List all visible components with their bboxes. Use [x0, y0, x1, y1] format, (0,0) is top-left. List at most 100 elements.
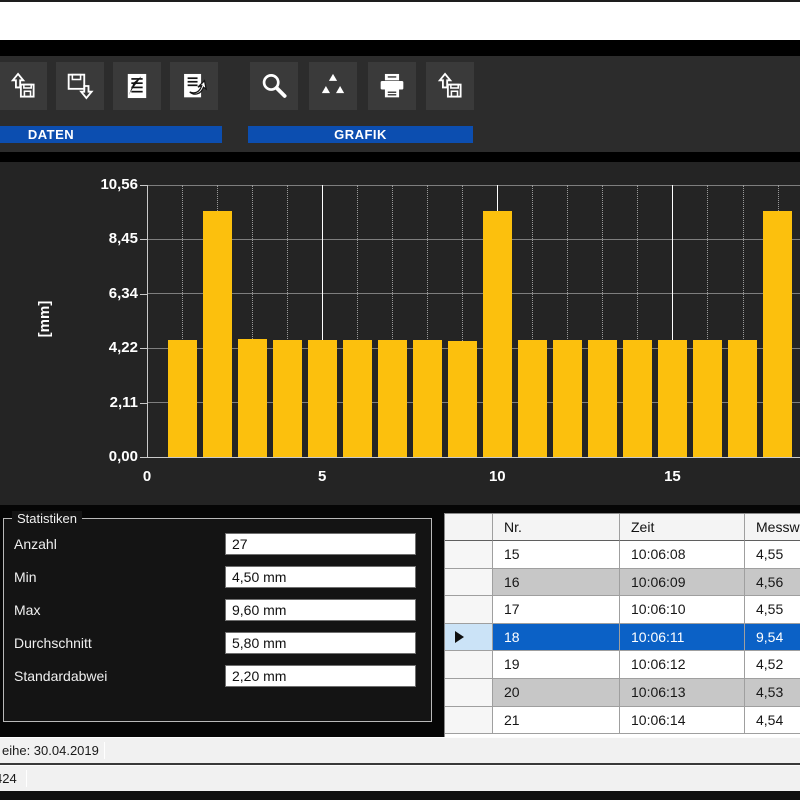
row-selector[interactable]	[445, 596, 493, 624]
messwert-cell: 4,54	[745, 707, 800, 735]
table-row[interactable]: 1910:06:124,52	[445, 651, 800, 679]
arrow-up-floppy-icon	[6, 69, 40, 103]
separator-strip	[0, 40, 800, 56]
status-series-date: eihe: 30.04.2019	[2, 738, 99, 763]
save-data-button[interactable]	[56, 62, 104, 110]
table-row[interactable]: 1810:06:119,54	[445, 624, 800, 652]
window-bottom-edge	[0, 791, 800, 800]
row-selector[interactable]	[445, 624, 493, 652]
table-row[interactable]: 1610:06:094,56	[445, 569, 800, 597]
bar	[693, 340, 722, 457]
messwert-cell: 4,55	[745, 541, 800, 569]
statistics-title: Statistiken	[12, 511, 82, 526]
y-tick	[140, 348, 147, 349]
recycle-icon	[316, 69, 350, 103]
y-tick	[140, 403, 147, 404]
toolbar-group-label-grafik: GRAFIK	[248, 126, 473, 143]
bar	[728, 340, 757, 457]
messwert-cell: 4,52	[745, 651, 800, 679]
stat-label-min: Min	[14, 566, 37, 588]
bar	[238, 339, 267, 457]
row-selector[interactable]	[445, 679, 493, 707]
messwert-cell: 4,55	[745, 596, 800, 624]
anzahl-field[interactable]	[225, 533, 416, 555]
bar	[203, 211, 232, 457]
zeit-cell: 10:06:14	[620, 707, 745, 735]
durchschnitt-field[interactable]	[225, 632, 416, 654]
gridline-y	[147, 185, 800, 186]
current-row-marker-icon	[455, 631, 464, 643]
stat-label-anzahl: Anzahl	[14, 533, 57, 555]
nr-cell: 19	[493, 651, 620, 679]
min-field[interactable]	[225, 566, 416, 588]
printer-icon	[375, 69, 409, 103]
max-field[interactable]	[225, 599, 416, 621]
row-selector[interactable]	[445, 651, 493, 679]
stat-row-durchschnitt: Durchschnitt	[4, 632, 431, 654]
toolbar-group-label-daten: DATEN	[0, 126, 222, 143]
document-export-icon	[120, 69, 154, 103]
nr-cell: 20	[493, 679, 620, 707]
x-tick-label: 15	[652, 468, 692, 485]
row-selector[interactable]	[445, 707, 493, 735]
stat-row-min: Min	[4, 566, 431, 588]
bar	[658, 340, 687, 457]
bar	[553, 340, 582, 457]
y-tick	[140, 185, 147, 186]
status-bar-1: eihe: 30.04.2019	[0, 737, 800, 763]
measurements-table[interactable]: Nr.ZeitMesswert1510:06:084,551610:06:094…	[444, 513, 800, 737]
column-header-zeit[interactable]: Zeit	[620, 514, 745, 541]
separator-strip	[0, 152, 800, 162]
zeit-cell: 10:06:11	[620, 624, 745, 652]
row-selector[interactable]	[445, 541, 493, 569]
stat-row-anzahl: Anzahl	[4, 533, 431, 555]
y-tick	[140, 294, 147, 295]
import-data-button[interactable]	[0, 62, 47, 110]
zeit-cell: 10:06:13	[620, 679, 745, 707]
export-document-button[interactable]	[113, 62, 161, 110]
table-row[interactable]: 1510:06:084,55	[445, 541, 800, 569]
bottom-panel: Statistiken Anzahl Min Max Durchschnitt Stan…	[0, 505, 800, 737]
nr-cell: 21	[493, 707, 620, 735]
y-axis-line	[147, 185, 148, 458]
stat-row-standardabwei: Standardabwei	[4, 665, 431, 687]
document-report-button[interactable]	[170, 62, 218, 110]
chart-plot-area[interactable]: 0,002,114,226,348,4510,56051015	[0, 162, 800, 505]
stat-label-max: Max	[14, 599, 40, 621]
x-tick-label: 10	[477, 468, 517, 485]
standardabwei-field[interactable]	[225, 665, 416, 687]
bar	[273, 340, 302, 457]
refresh-button[interactable]	[309, 62, 357, 110]
bar	[448, 341, 477, 457]
zeit-cell: 10:06:10	[620, 596, 745, 624]
app-window: DATENGRAFIK 0,002,114,226,348,4510,56051…	[0, 0, 800, 800]
row-selector-header[interactable]	[445, 514, 493, 541]
arrow-up-floppy-icon	[433, 69, 467, 103]
gridline-y	[147, 293, 800, 294]
table-row[interactable]: 2110:06:144,54	[445, 707, 800, 735]
y-tick-label: 10,56	[58, 176, 138, 193]
gridline-y	[147, 239, 800, 240]
table-row[interactable]: 1710:06:104,55	[445, 596, 800, 624]
status-separator	[26, 770, 27, 787]
table-row[interactable]: 2010:06:134,53	[445, 679, 800, 707]
row-selector[interactable]	[445, 569, 493, 597]
y-axis-title: [mm]	[36, 293, 56, 345]
magnifier-icon	[257, 69, 291, 103]
bar	[308, 340, 337, 457]
bar	[588, 340, 617, 457]
table-header-row: Nr.ZeitMesswert	[445, 514, 800, 541]
zoom-button[interactable]	[250, 62, 298, 110]
column-header-messwert[interactable]: Messwert	[745, 514, 800, 541]
y-tick-label: 4,22	[58, 339, 138, 356]
bar	[168, 340, 197, 457]
messwert-cell: 9,54	[745, 624, 800, 652]
export-graphic-button[interactable]	[426, 62, 474, 110]
print-button[interactable]	[368, 62, 416, 110]
column-header-nr[interactable]: Nr.	[493, 514, 620, 541]
status-counter: 424	[0, 766, 17, 791]
messwert-cell: 4,56	[745, 569, 800, 597]
y-tick-label: 6,34	[58, 285, 138, 302]
bar	[763, 211, 792, 457]
nr-cell: 15	[493, 541, 620, 569]
